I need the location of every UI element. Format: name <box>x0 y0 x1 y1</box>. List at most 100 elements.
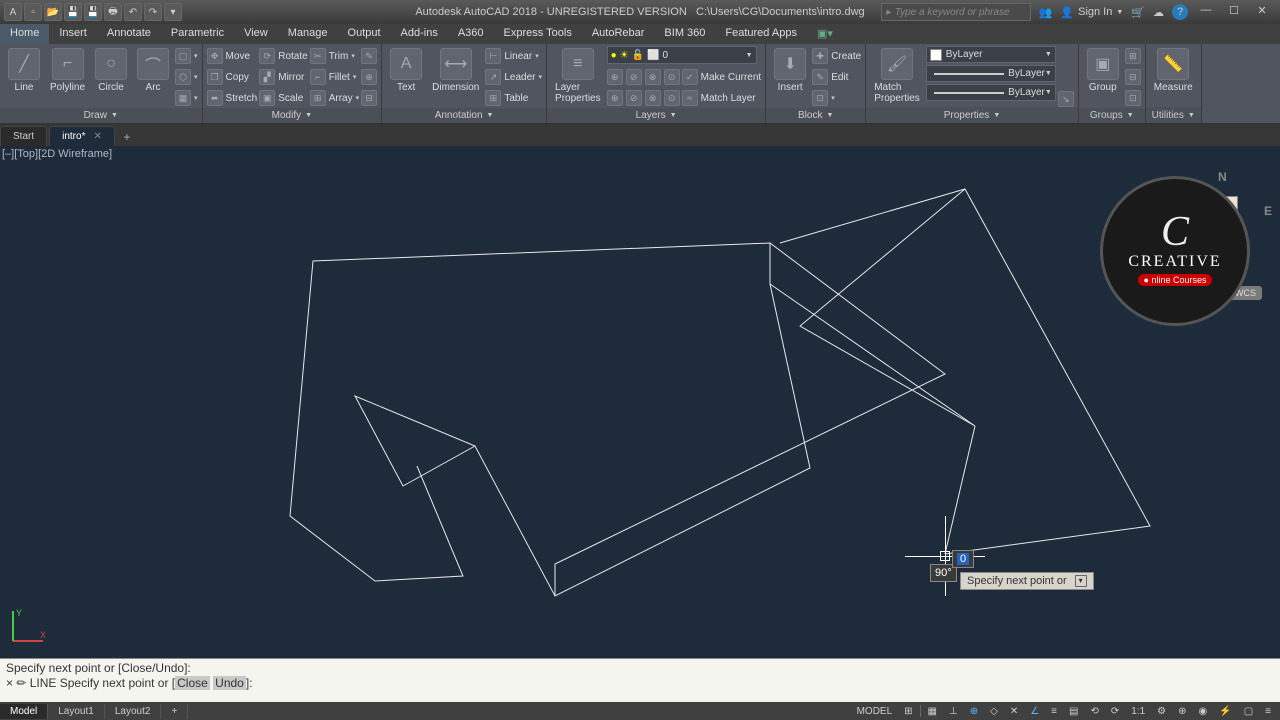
polar-toggle[interactable]: ⊕ <box>965 703 983 719</box>
cmd-option-undo[interactable]: Undo <box>213 676 246 690</box>
tab-insert[interactable]: Insert <box>49 24 97 44</box>
tab-a360[interactable]: A360 <box>448 24 494 44</box>
properties-dialog-icon[interactable]: ↘ <box>1058 91 1074 107</box>
workspace-toggle[interactable]: ⚙ <box>1152 703 1171 719</box>
3dosnap-toggle[interactable]: ✕ <box>1005 703 1023 719</box>
block-extra[interactable]: ⊡▾ <box>812 88 861 108</box>
linetype-selector[interactable]: ByLayer▼ <box>926 84 1056 101</box>
ortho-toggle[interactable]: ⊥ <box>944 703 963 719</box>
color-selector[interactable]: ByLayer▼ <box>926 46 1056 63</box>
app-menu-button[interactable]: A <box>4 3 22 21</box>
group-extra2[interactable]: ⊟ <box>1125 67 1141 87</box>
a360-icon[interactable]: ☁ <box>1153 6 1164 19</box>
layout-tab-model[interactable]: Model <box>0 704 48 719</box>
infocenter-icon[interactable]: 👥 <box>1039 6 1053 19</box>
grid-toggle[interactable]: ⊞ <box>899 703 917 719</box>
annotation-monitor[interactable]: ⊕ <box>1173 703 1191 719</box>
qat-new[interactable]: ▫ <box>24 3 42 21</box>
minimize-button[interactable]: — <box>1196 4 1216 20</box>
group-extra1[interactable]: ⊞ <box>1125 46 1141 66</box>
insert-block-button[interactable]: ⬇Insert <box>770 46 810 95</box>
tab-extra[interactable]: ▣▾ <box>807 24 843 44</box>
transparency-toggle[interactable]: ▤ <box>1064 703 1083 719</box>
drawing-canvas[interactable]: [–][Top][2D Wireframe] 90° 0 Specify nex… <box>0 146 1280 658</box>
polyline-button[interactable]: ⌐Polyline <box>46 46 89 95</box>
otrack-toggle[interactable]: ∠ <box>1025 703 1044 719</box>
help-search-input[interactable]: ▸Type a keyword or phrase <box>881 3 1031 21</box>
move-button[interactable]: ✥Move <box>207 46 258 66</box>
qat-undo[interactable]: ↶ <box>124 3 142 21</box>
layer-selector[interactable]: ●☀🔓⬜0▼ <box>607 46 757 64</box>
modify-extra2[interactable]: ⊕ <box>361 67 377 87</box>
scale-button[interactable]: ▣Scale <box>259 88 307 108</box>
modify-extra1[interactable]: ✎ <box>361 46 377 66</box>
tab-bim360[interactable]: BIM 360 <box>654 24 715 44</box>
tab-parametric[interactable]: Parametric <box>161 24 234 44</box>
cmd-active-line[interactable]: × ✏ LINE Specify next point or [Close Un… <box>6 676 1274 691</box>
customize-status[interactable]: ≡ <box>1260 703 1276 719</box>
stretch-button[interactable]: ⬌Stretch <box>207 88 258 108</box>
cycling-toggle[interactable]: ⟲ <box>1085 703 1103 719</box>
draw-extra2[interactable]: ⬡▾ <box>175 67 198 87</box>
tab-express[interactable]: Express Tools <box>494 24 582 44</box>
tab-autorebar[interactable]: AutoRebar <box>582 24 655 44</box>
cmd-option-close[interactable]: Close <box>175 676 210 690</box>
array-button[interactable]: ⊞Array▾ <box>310 88 359 108</box>
file-tab-intro[interactable]: intro*✕ <box>49 126 115 146</box>
model-space-toggle[interactable]: MODEL <box>852 703 898 719</box>
create-block-button[interactable]: ✚Create <box>812 46 861 66</box>
make-current-button[interactable]: ✓Make Current <box>682 67 762 87</box>
command-line[interactable]: Specify next point or [Close/Undo]: × ✏ … <box>0 658 1280 702</box>
edit-block-button[interactable]: ✎Edit <box>812 67 861 87</box>
clean-screen[interactable]: ▢ <box>1239 703 1258 719</box>
prompt-options-icon[interactable]: ▾ <box>1075 575 1087 587</box>
tab-home[interactable]: Home <box>0 24 49 44</box>
add-layout-button[interactable]: + <box>161 704 188 719</box>
qat-save[interactable]: 💾 <box>64 3 82 21</box>
rotate-button[interactable]: ⟳Rotate <box>259 46 307 66</box>
match-properties-button[interactable]: 🖌Match Properties <box>870 46 924 106</box>
fillet-button[interactable]: ⌐Fillet▾ <box>310 67 359 87</box>
tab-output[interactable]: Output <box>338 24 391 44</box>
qat-saveas[interactable]: 💾 <box>84 3 102 21</box>
layout-tab-1[interactable]: Layout1 <box>48 704 105 719</box>
close-tab-icon[interactable]: ✕ <box>93 131 101 142</box>
circle-button[interactable]: ○Circle <box>91 46 131 95</box>
line-button[interactable]: ╱Line <box>4 46 44 95</box>
trim-button[interactable]: ✂Trim▾ <box>310 46 359 66</box>
tab-manage[interactable]: Manage <box>278 24 338 44</box>
close-button[interactable]: ✕ <box>1252 4 1272 20</box>
signin-button[interactable]: 👤Sign In▼ <box>1060 6 1123 19</box>
dynamic-value-input[interactable]: 0 <box>952 550 974 568</box>
mirror-button[interactable]: ▞Mirror <box>259 67 307 87</box>
annoscale-toggle[interactable]: ⟳ <box>1106 703 1124 719</box>
add-tab-button[interactable]: + <box>117 128 137 146</box>
help-icon[interactable]: ? <box>1172 4 1188 20</box>
arc-button[interactable]: ⌒Arc <box>133 46 173 95</box>
scale-display[interactable]: 1:1 <box>1126 703 1150 719</box>
tab-annotate[interactable]: Annotate <box>97 24 161 44</box>
match-layer-button[interactable]: ≈Match Layer <box>682 88 762 108</box>
qat-open[interactable]: 📂 <box>44 3 62 21</box>
tab-view[interactable]: View <box>234 24 278 44</box>
modify-extra3[interactable]: ⊟ <box>361 88 377 108</box>
tab-addins[interactable]: Add-ins <box>391 24 448 44</box>
layer-properties-button[interactable]: ≡Layer Properties <box>551 46 605 106</box>
lineweight-toggle[interactable]: ≡ <box>1046 703 1062 719</box>
qat-plot[interactable]: 🖶 <box>104 3 122 21</box>
draw-extra1[interactable]: ▢▾ <box>175 46 198 66</box>
tab-featured[interactable]: Featured Apps <box>715 24 807 44</box>
copy-button[interactable]: ❐Copy <box>207 67 258 87</box>
file-tab-start[interactable]: Start <box>0 126 47 146</box>
text-button[interactable]: AText <box>386 46 426 95</box>
group-extra3[interactable]: ⊡ <box>1125 88 1141 108</box>
dimension-button[interactable]: ⟷Dimension <box>428 46 483 95</box>
measure-button[interactable]: 📏Measure <box>1150 46 1197 95</box>
maximize-button[interactable]: ☐ <box>1224 4 1244 20</box>
osnap-toggle[interactable]: ◇ <box>985 703 1003 719</box>
qat-dropdown[interactable]: ▾ <box>164 3 182 21</box>
hardware-accel[interactable]: ⚡ <box>1214 703 1236 719</box>
layout-tab-2[interactable]: Layout2 <box>105 704 162 719</box>
leader-button[interactable]: ↗Leader▾ <box>485 67 542 87</box>
table-button[interactable]: ⊞Table <box>485 88 542 108</box>
